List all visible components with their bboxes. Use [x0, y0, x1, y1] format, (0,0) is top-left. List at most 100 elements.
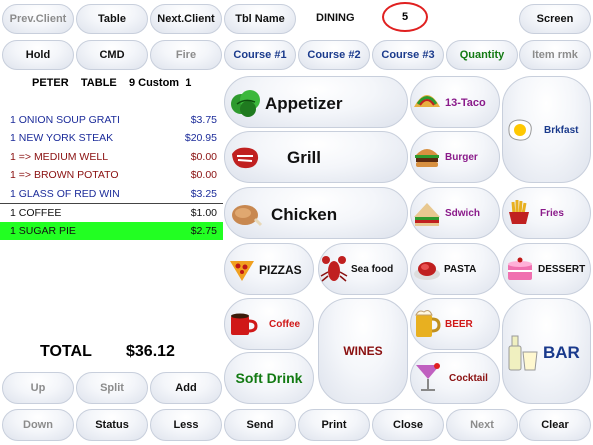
- pasta-icon: [414, 262, 440, 280]
- cocktail-glass-icon: [416, 363, 440, 391]
- fries-icon: [509, 200, 529, 224]
- order-item-selected[interactable]: 1 SUGAR PIE $2.75: [0, 222, 223, 240]
- category-pizzas-button[interactable]: PIZZAS: [224, 243, 314, 295]
- order-item-label: 1 COFFEE: [10, 206, 62, 219]
- send-button[interactable]: Send: [224, 409, 296, 441]
- category-wines-button[interactable]: WINES: [318, 298, 408, 404]
- category-breakfast-button[interactable]: Brkfast: [502, 76, 591, 183]
- order-item[interactable]: 1 => BROWN POTATO $0.00: [0, 166, 223, 183]
- order-item-label: 1 ONION SOUP GRATI: [10, 113, 120, 126]
- order-item[interactable]: 1 COFFEE $1.00: [0, 204, 223, 221]
- order-item-label: 1 GLASS OF RED WIN: [10, 187, 120, 200]
- category-dessert-button[interactable]: DESSERT: [502, 243, 591, 295]
- down-button[interactable]: Down: [2, 409, 74, 441]
- fire-button[interactable]: Fire: [150, 40, 222, 70]
- category-coffee-button[interactable]: Coffee: [224, 298, 314, 350]
- category-label: Sdwich: [445, 208, 481, 219]
- next-button[interactable]: Next: [446, 409, 518, 441]
- category-grill-button[interactable]: Grill: [224, 131, 408, 183]
- up-button[interactable]: Up: [2, 372, 74, 404]
- steak-icon: [232, 147, 259, 169]
- coffee-cup-icon: [231, 313, 258, 335]
- order-item-price: $0.00: [190, 150, 217, 163]
- category-label: WINES: [343, 344, 383, 358]
- category-label: BAR: [543, 343, 580, 362]
- item-remark-button[interactable]: Item rmk: [519, 40, 591, 70]
- status-button[interactable]: Status: [76, 409, 148, 441]
- category-label: Soft Drink: [235, 370, 303, 386]
- order-item-price: $20.95: [184, 131, 217, 144]
- clear-button[interactable]: Clear: [519, 409, 591, 441]
- category-pasta-button[interactable]: PASTA: [410, 243, 500, 295]
- table-button[interactable]: Table: [76, 4, 148, 34]
- category-label: Brkfast: [544, 125, 579, 136]
- category-label: Grill: [287, 148, 322, 167]
- screen-button[interactable]: Screen: [519, 4, 591, 34]
- category-beer-button[interactable]: BEER: [410, 298, 500, 350]
- cake-icon: [508, 257, 532, 280]
- close-button[interactable]: Close: [372, 409, 444, 441]
- category-taco-button[interactable]: 13-Taco: [410, 76, 500, 128]
- order-item-price: $2.75: [190, 225, 217, 237]
- order-header: PETER TABLE 9 Custom 1: [32, 77, 192, 89]
- category-chicken-button[interactable]: Chicken: [224, 187, 408, 239]
- order-item-label: 1 NEW YORK STEAK: [10, 131, 114, 144]
- lobster-icon: [320, 256, 348, 282]
- category-cocktail-button[interactable]: Cocktail: [410, 352, 500, 404]
- order-item-label: 1 SUGAR PIE: [10, 225, 76, 237]
- lettuce-icon: [231, 90, 260, 117]
- fried-egg-icon: [508, 119, 532, 141]
- category-label: BEER: [445, 319, 473, 330]
- order-item-price: $3.25: [190, 187, 217, 200]
- bar-bottle-icon: [508, 335, 538, 371]
- taco-icon: [414, 95, 440, 107]
- hold-button[interactable]: Hold: [2, 40, 74, 70]
- course-1-button[interactable]: Course #1: [224, 40, 296, 70]
- category-bar-button[interactable]: BAR: [502, 298, 591, 404]
- order-item-price: $0.00: [190, 168, 217, 181]
- category-seafood-button[interactable]: Sea food: [318, 243, 408, 295]
- next-client-button[interactable]: Next.Client: [150, 4, 222, 34]
- prev-client-button[interactable]: Prev.Client: [2, 4, 74, 34]
- dining-label: DINING: [316, 12, 355, 24]
- order-item-price: $3.75: [190, 113, 217, 126]
- category-burger-button[interactable]: Burger: [410, 131, 500, 183]
- total-value: $36.12: [126, 343, 175, 360]
- table-number-badge: 5: [382, 2, 428, 32]
- order-item-label: 1 => BROWN POTATO: [10, 168, 119, 181]
- category-label: Fries: [540, 208, 564, 219]
- category-label: PIZZAS: [259, 263, 302, 277]
- order-item[interactable]: 1 => MEDIUM WELL $0.00: [0, 148, 223, 165]
- category-soft-drink-button[interactable]: Soft Drink: [224, 352, 314, 404]
- order-item-price: $1.00: [190, 206, 217, 219]
- category-label: Burger: [445, 152, 478, 163]
- print-button[interactable]: Print: [298, 409, 370, 441]
- category-sandwich-button[interactable]: Sdwich: [410, 187, 500, 239]
- category-label: Sea food: [351, 264, 394, 275]
- burger-icon: [415, 149, 439, 167]
- less-button[interactable]: Less: [150, 409, 222, 441]
- category-fries-button[interactable]: Fries: [502, 187, 591, 239]
- total-label: TOTAL: [40, 343, 92, 360]
- add-button[interactable]: Add: [150, 372, 222, 404]
- category-label: DESSERT: [538, 264, 586, 275]
- course-2-button[interactable]: Course #2: [298, 40, 370, 70]
- category-label: PASTA: [444, 264, 477, 275]
- sandwich-icon: [414, 203, 440, 226]
- quantity-button[interactable]: Quantity: [446, 40, 518, 70]
- beer-mug-icon: [415, 310, 441, 337]
- category-label: Appetizer: [265, 94, 343, 113]
- category-label: 13-Taco: [445, 97, 486, 109]
- order-item[interactable]: 1 ONION SOUP GRATI $3.75: [0, 111, 223, 128]
- order-item-label: 1 => MEDIUM WELL: [10, 150, 109, 163]
- category-label: Cocktail: [449, 373, 488, 384]
- order-item[interactable]: 1 GLASS OF RED WIN $3.25: [0, 185, 223, 202]
- split-button[interactable]: Split: [76, 372, 148, 404]
- pizza-icon: [230, 261, 254, 281]
- order-item[interactable]: 1 NEW YORK STEAK $20.95: [0, 129, 223, 146]
- tbl-name-button[interactable]: Tbl Name: [224, 4, 296, 34]
- category-appetizer-button[interactable]: Appetizer: [224, 76, 408, 128]
- cmd-button[interactable]: CMD: [76, 40, 148, 70]
- category-label: Chicken: [271, 205, 338, 224]
- course-3-button[interactable]: Course #3: [372, 40, 444, 70]
